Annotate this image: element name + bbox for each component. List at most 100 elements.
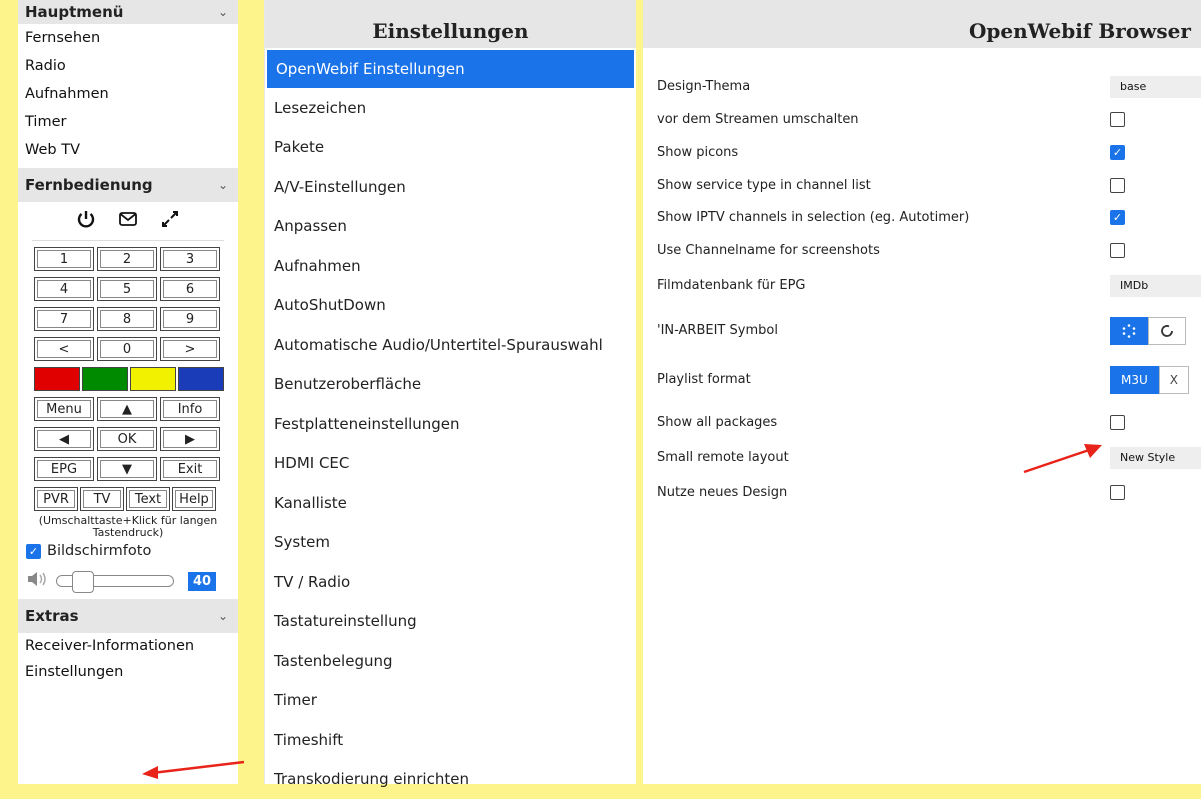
setting-label: Playlist format [657, 372, 751, 387]
key-7[interactable]: 7 [34, 307, 94, 331]
key-pvr[interactable]: PVR [34, 487, 78, 511]
settings-category-item[interactable]: Tastatureinstellung [265, 602, 636, 642]
key-2[interactable]: 2 [97, 247, 157, 271]
setting-label: Design-Thema [657, 79, 750, 94]
key-tv[interactable]: TV [80, 487, 124, 511]
key-1[interactable]: 1 [34, 247, 94, 271]
chevron-down-icon: ⌄ [218, 178, 228, 192]
browser-settings-title: OpenWebif Browser [643, 0, 1201, 48]
key-help[interactable]: Help [172, 487, 216, 511]
setting-label: Use Channelname for screenshots [657, 243, 880, 258]
sidebar: Hauptmenü ⌄ Fernsehen Radio Aufnahmen Ti… [18, 0, 238, 784]
remote-header[interactable]: Fernbedienung ⌄ [18, 168, 238, 202]
sidebar-item-webtv[interactable]: Web TV [18, 136, 238, 164]
key-0[interactable]: 0 [97, 337, 157, 361]
yellow-key[interactable] [130, 367, 176, 391]
sidebar-item-receiver-info[interactable]: Receiver-Informationen [18, 633, 238, 659]
mail-icon[interactable] [118, 209, 138, 233]
remote-hint: (Umschalttaste+Klick für langen Tastendr… [18, 511, 238, 539]
key-ok[interactable]: OK [97, 427, 157, 451]
settings-category-item[interactable]: Kanalliste [265, 483, 636, 523]
power-icon[interactable] [76, 209, 96, 234]
key-9[interactable]: 9 [160, 307, 220, 331]
setting-checkbox[interactable] [1110, 485, 1125, 500]
sidebar-item-einstellungen[interactable]: Einstellungen [18, 659, 238, 685]
annotation-arrow-icon [138, 756, 248, 780]
settings-category-item[interactable]: AutoShutDown [265, 286, 636, 326]
settings-category-item[interactable]: Aufnahmen [265, 246, 636, 286]
red-key[interactable] [34, 367, 80, 391]
playlist-format-option[interactable]: X [1159, 366, 1189, 394]
setting-checkbox[interactable]: ✓ [1110, 145, 1125, 160]
setting-checkbox[interactable] [1110, 112, 1125, 127]
sidebar-item-radio[interactable]: Radio [18, 52, 238, 80]
key-left[interactable]: ◀ [34, 427, 94, 451]
browser-settings-panel: OpenWebif Browser Design-Thema base vor de… [643, 0, 1201, 784]
settings-category-item[interactable]: A/V-Einstellungen [265, 167, 636, 207]
key-exit[interactable]: Exit [160, 457, 220, 481]
settings-category-item[interactable]: Tastenbelegung [265, 641, 636, 681]
screenshot-toggle[interactable]: ✓ Bildschirmfoto [18, 539, 238, 559]
key-epg[interactable]: EPG [34, 457, 94, 481]
green-key[interactable] [82, 367, 128, 391]
setting-checkbox[interactable]: ✓ [1110, 210, 1125, 225]
settings-category-item[interactable]: Transkodierung einrichten [265, 760, 636, 799]
settings-category-item[interactable]: System [265, 523, 636, 563]
setting-label: vor dem Streamen umschalten [657, 112, 859, 127]
screenshot-checkbox[interactable]: ✓ [26, 544, 41, 559]
main-menu-header[interactable]: Hauptmenü ⌄ [18, 0, 238, 24]
spinner-icon[interactable] [1110, 317, 1148, 345]
key-right[interactable]: ▶ [160, 427, 220, 451]
setting-select[interactable]: New Style [1110, 447, 1201, 469]
key-text[interactable]: Text [126, 487, 170, 511]
settings-category-list: OpenWebif EinstellungenLesezeichenPakete… [265, 48, 636, 799]
settings-category-item[interactable]: Pakete [265, 128, 636, 168]
setting-checkbox[interactable] [1110, 415, 1125, 430]
key-next[interactable]: > [160, 337, 220, 361]
volume-slider-thumb[interactable] [72, 571, 94, 593]
speaker-icon[interactable] [26, 569, 50, 594]
key-up[interactable]: ▲ [97, 397, 157, 421]
settings-category-item[interactable]: Timeshift [265, 720, 636, 760]
volume-slider[interactable] [56, 575, 174, 587]
key-8[interactable]: 8 [97, 307, 157, 331]
sidebar-item-fernsehen[interactable]: Fernsehen [18, 24, 238, 52]
settings-category-item[interactable]: Festplatteneinstellungen [265, 404, 636, 444]
setting-button-group: M3UX [1110, 366, 1189, 394]
key-down[interactable]: ▼ [97, 457, 157, 481]
sidebar-item-timer[interactable]: Timer [18, 108, 238, 136]
main-menu-title: Hauptmenü [25, 3, 123, 21]
settings-category-item[interactable]: Anpassen [265, 207, 636, 247]
sidebar-item-aufnahmen[interactable]: Aufnahmen [18, 80, 238, 108]
setting-select[interactable]: base [1110, 76, 1201, 98]
settings-category-item[interactable]: HDMI CEC [265, 444, 636, 484]
setting-label: Small remote layout [657, 450, 789, 465]
key-prev[interactable]: < [34, 337, 94, 361]
settings-category-item[interactable]: Timer [265, 681, 636, 721]
setting-checkbox[interactable] [1110, 243, 1125, 258]
settings-category-item[interactable]: Lesezeichen [265, 88, 636, 128]
setting-checkbox[interactable] [1110, 178, 1125, 193]
key-6[interactable]: 6 [160, 277, 220, 301]
settings-category-item[interactable]: Benutzeroberfläche [265, 365, 636, 405]
settings-category-item[interactable]: Automatische Audio/Untertitel-Spurauswah… [265, 325, 636, 365]
blue-key[interactable] [178, 367, 224, 391]
key-4[interactable]: 4 [34, 277, 94, 301]
settings-category-item[interactable]: OpenWebif Einstellungen [267, 50, 634, 88]
extras-header[interactable]: Extras ⌄ [18, 599, 238, 633]
fullscreen-icon[interactable] [160, 209, 180, 234]
key-5[interactable]: 5 [97, 277, 157, 301]
color-keys [18, 361, 238, 391]
volume-value: 40 [188, 572, 216, 591]
playlist-format-option[interactable]: M3U [1110, 366, 1159, 394]
annotation-arrow-icon [1020, 438, 1104, 478]
key-menu[interactable]: Menu [34, 397, 94, 421]
circle-icon[interactable] [1148, 317, 1186, 345]
setting-label: Show picons [657, 145, 738, 160]
setting-select[interactable]: IMDb [1110, 275, 1201, 297]
key-info[interactable]: Info [160, 397, 220, 421]
extras-title: Extras [25, 607, 79, 625]
setting-label: Filmdatenbank für EPG [657, 278, 806, 293]
key-3[interactable]: 3 [160, 247, 220, 271]
settings-category-item[interactable]: TV / Radio [265, 562, 636, 602]
